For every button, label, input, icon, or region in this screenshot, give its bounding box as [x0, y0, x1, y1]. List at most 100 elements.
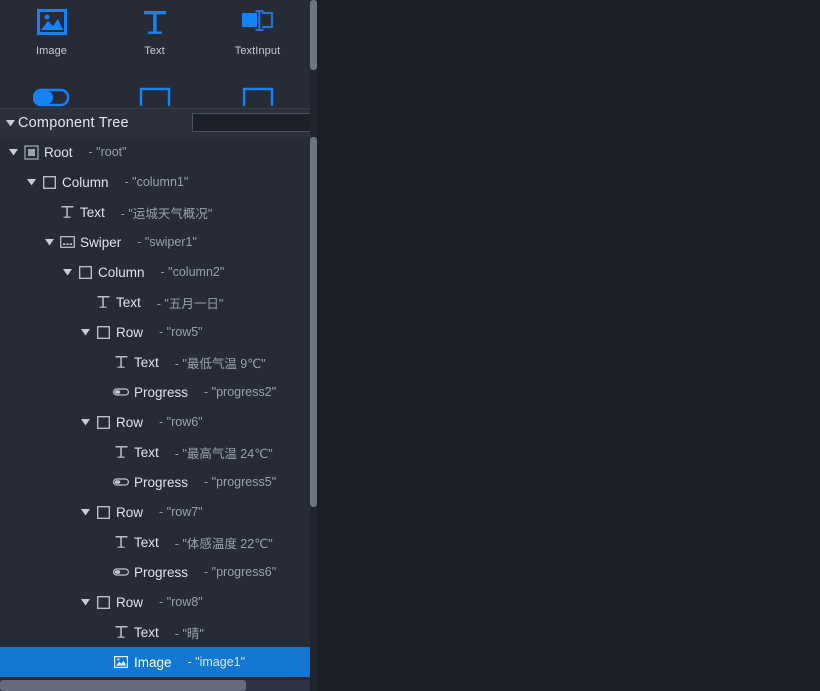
tree-row[interactable]: Column - "column2": [0, 257, 310, 287]
tree-horizontal-scrollbar[interactable]: [0, 680, 310, 691]
caret-down-icon[interactable]: [78, 508, 93, 516]
row-icon: [93, 505, 113, 519]
tree-row-name: - "运城天气概况": [120, 206, 213, 221]
text-icon: [142, 4, 168, 40]
swiper-icon: [57, 236, 77, 248]
caret-down-icon[interactable]: [24, 178, 39, 186]
tree-row-type: Column: [62, 174, 109, 190]
progress-icon: [111, 387, 131, 397]
tree-row-name: - "row5": [159, 325, 203, 339]
caret-down-icon[interactable]: [42, 238, 57, 246]
tree-row-name: - "image1": [187, 655, 246, 669]
text-icon: [111, 355, 131, 369]
tree-row[interactable]: Image - "image1": [0, 647, 310, 677]
tree-row[interactable]: Progress - "progress5": [0, 467, 310, 497]
caret-down-icon[interactable]: [60, 268, 75, 276]
tree-row[interactable]: Progress - "progress6": [0, 557, 310, 587]
tree-row-name: - "row6": [159, 415, 203, 429]
caret-down-icon[interactable]: [78, 418, 93, 426]
component-tree-title: Component Tree: [18, 115, 129, 131]
tree-row-type: Progress: [134, 564, 189, 580]
palette-item-image[interactable]: Image: [0, 4, 103, 57]
palette-row-primary: Image Text TextInput: [0, 4, 310, 57]
text-icon: [111, 625, 131, 639]
tree-search-box[interactable]: [192, 113, 317, 132]
tree-row-type: Row: [116, 594, 144, 610]
root-icon: [21, 144, 41, 160]
tree-row[interactable]: Text - "最高气温 24℃": [0, 437, 310, 467]
tree-row[interactable]: Text - "最低气温 9℃": [0, 347, 310, 377]
tree-row[interactable]: Root - "root": [0, 137, 310, 167]
editor-window: Image Text TextInput Component Tree Root…: [0, 0, 820, 691]
tree-row-type: Row: [116, 504, 144, 520]
tree-row-type: Swiper: [80, 234, 122, 250]
tree-row-name: - "row7": [159, 505, 203, 519]
text-icon: [57, 205, 77, 219]
tree-row[interactable]: Row - "row5": [0, 317, 310, 347]
tree-row-name: - "swiper1": [137, 235, 197, 249]
tree-row[interactable]: Text - "运城天气概况": [0, 197, 310, 227]
tree-row[interactable]: Text - "体感温度 22℃": [0, 527, 310, 557]
tree-row-name: - "row8": [159, 595, 203, 609]
tree-row-type: Root: [44, 144, 73, 160]
tree-row-type: Text: [80, 204, 105, 220]
tree-row-name: - "五月一日": [156, 296, 224, 311]
tree-row-name: - "column2": [160, 265, 225, 279]
tree-row[interactable]: Swiper - "swiper1": [0, 227, 310, 257]
palette-item-label: TextInput: [234, 45, 281, 57]
tree-horizontal-scroll-thumb[interactable]: [0, 680, 246, 691]
progress-icon: [111, 477, 131, 487]
row-icon: [93, 325, 113, 339]
tree-row-name: - "progress5": [204, 475, 277, 489]
component-palette: Image Text TextInput: [0, 0, 310, 110]
text-icon: [93, 295, 113, 309]
tree-row-type: Row: [116, 414, 144, 430]
tree-row-name: - "column1": [124, 175, 189, 189]
tree-row-type: Text: [134, 354, 159, 370]
caret-down-icon[interactable]: [78, 328, 93, 336]
tree-row[interactable]: Text - "晴": [0, 617, 310, 647]
tree-row-name: - "progress2": [204, 385, 277, 399]
palette-item-text[interactable]: Text: [103, 4, 206, 57]
palette-item-label: Text: [144, 45, 165, 57]
search-input[interactable]: [193, 116, 317, 129]
tree-row-type: Row: [116, 324, 144, 340]
left-panel: Image Text TextInput Component Tree Root…: [0, 0, 317, 691]
component-tree-body[interactable]: Root - "root" Column - "column1" Text - "运城天气…: [0, 137, 310, 679]
palette-item-textinput[interactable]: TextInput: [206, 4, 309, 57]
palette-item-label: Image: [35, 45, 68, 57]
caret-down-icon[interactable]: [6, 148, 21, 156]
tree-row[interactable]: Column - "column1": [0, 167, 310, 197]
tree-row-name: - "体感温度 22℃": [174, 536, 273, 551]
tree-row-type: Column: [98, 264, 145, 280]
tree-row-name: - "最低气温 9℃": [174, 356, 266, 371]
tree-row-name: - "progress6": [204, 565, 277, 579]
tree-row-type: Text: [134, 624, 159, 640]
canvas-backdrop: 运城天气概况 五月一日 最低气温 9℃: [317, 0, 820, 691]
row-icon: [93, 595, 113, 609]
tree-row[interactable]: Progress - "progress2": [0, 377, 310, 407]
tree-row[interactable]: Row - "row8": [0, 587, 310, 617]
text-icon: [111, 445, 131, 459]
tree-row-type: Text: [134, 534, 159, 550]
tree-row-type: Text: [116, 294, 141, 310]
column-icon: [75, 265, 95, 279]
palette-scroll-thumb[interactable]: [310, 0, 317, 70]
tree-row-name: - "root": [88, 145, 127, 159]
tree-row[interactable]: Row - "row6": [0, 407, 310, 437]
tree-row[interactable]: Row - "row7": [0, 497, 310, 527]
image-icon: [111, 656, 131, 668]
tree-vertical-scrollbar[interactable]: [310, 0, 317, 691]
text-icon: [111, 535, 131, 549]
tree-row[interactable]: Text - "五月一日": [0, 287, 310, 317]
tree-row-type: Progress: [134, 384, 189, 400]
column-icon: [39, 175, 59, 189]
caret-down-icon[interactable]: [2, 119, 18, 127]
tree-vertical-scroll-thumb[interactable]: [310, 137, 317, 507]
row-icon: [93, 415, 113, 429]
tree-row-name: - "最高气温 24℃": [174, 446, 273, 461]
textinput-icon: [241, 4, 275, 40]
progress-icon: [111, 567, 131, 577]
caret-down-icon[interactable]: [78, 598, 93, 606]
tree-row-type: Progress: [134, 474, 189, 490]
